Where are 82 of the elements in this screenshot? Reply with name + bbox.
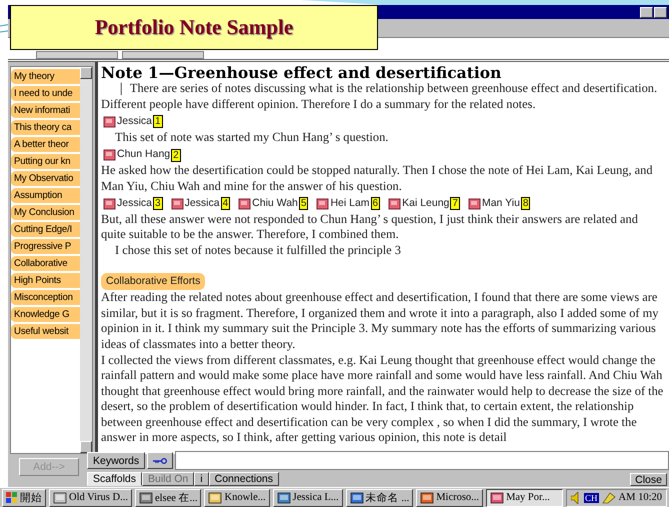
note-paragraph: I chose this set of notes because it fulfilled the principle 3 <box>114 242 402 259</box>
taskbar-button[interactable]: 未命名 ... <box>346 488 414 506</box>
scaffold-item[interactable]: My Conclusion <box>11 205 80 221</box>
key-button[interactable] <box>147 452 174 469</box>
scaffold-item[interactable]: A better theor <box>11 137 80 153</box>
taskbar-button[interactable]: Jessica L... <box>272 488 343 506</box>
number-badge: 6 <box>370 197 380 210</box>
scaffold-tag: Collaborative Efforts <box>101 272 206 290</box>
tab[interactable]: Connections <box>208 472 279 486</box>
folder-icon <box>208 490 222 504</box>
scaffold-item[interactable]: Useful websit <box>11 324 80 340</box>
note-link[interactable]: Kai Leung <box>402 196 450 212</box>
scaffold-item[interactable]: Misconception <box>11 290 80 306</box>
note-link[interactable]: Chun Hang <box>117 147 170 163</box>
note-link[interactable]: Jessica <box>184 196 220 212</box>
number-badge: 5 <box>298 197 308 210</box>
note-paragraph: ｜ There are series of notes discussing what is the relationship between greenhouse effect and desertification. Different people have different opinion. Therefore I do a summary for the related notes. <box>101 81 658 112</box>
clock: AM 10:20 <box>618 492 662 503</box>
note-title: Note 1—Greenhouse effect and desertification <box>101 64 502 81</box>
close-button[interactable]: Close <box>630 472 667 486</box>
note-icon <box>468 198 481 210</box>
scaffold-item[interactable]: High Points <box>11 273 80 289</box>
scroll-up-button[interactable] <box>80 67 92 79</box>
slide-title: Portfolio Note Sample <box>10 5 378 50</box>
note-icon <box>103 116 116 128</box>
scaffold-item[interactable]: New informati <box>11 103 80 119</box>
number-badge: 8 <box>520 197 530 210</box>
note-icon <box>238 198 252 210</box>
note-link[interactable]: Hei Lam <box>330 196 370 212</box>
taskbar-button[interactable]: elsee 在... <box>134 488 202 506</box>
input-method-indicator[interactable]: CH <box>584 492 599 502</box>
number-badge: 3 <box>153 197 163 210</box>
note-link[interactable]: Chiu Wah <box>252 196 298 212</box>
scaffold-item[interactable]: Collaborative <box>11 256 80 272</box>
taskbar-button[interactable]: Microso... <box>416 488 484 506</box>
tab[interactable]: i <box>194 472 209 486</box>
speaker-icon <box>571 492 582 504</box>
number-badge: 2 <box>171 148 181 162</box>
note-icon <box>103 149 116 162</box>
note-icon <box>170 198 184 210</box>
number-badge: 7 <box>450 197 460 210</box>
scaffold-item[interactable]: My theory <box>11 69 80 85</box>
computer-icon <box>138 490 153 504</box>
note-icon <box>103 198 116 210</box>
taskbar-button[interactable]: Knowle... <box>204 488 270 506</box>
scaffold-item[interactable]: Assumption <box>11 188 80 204</box>
key-icon <box>153 458 168 464</box>
tab[interactable] <box>36 51 118 59</box>
scaffold-item[interactable]: Progressive P <box>11 239 80 255</box>
number-badge: 1 <box>153 115 163 128</box>
scaffold-item[interactable]: Putting our kn <box>11 154 80 170</box>
start-button[interactable]: 開始 <box>2 488 46 506</box>
note-icon <box>316 198 330 210</box>
windows-logo-icon <box>6 492 18 504</box>
note-link[interactable]: Jessica <box>117 114 152 130</box>
note-icon <box>490 490 504 504</box>
note-paragraph: I collected the views from different classmates, e.g. Kai Leung thought that greenhouse effect would change the rainfall pattern and would make some place have more rainfall and some would have less rainfall. And Chiu Wah thought that greenhouse effect would bring more rainfall, and the rainwater would help to decrease the size of the desert, so the problem of desertification would hinder. In fact, I think that, to certain extent, the relationship between greenhouse effect and desertification can be very complex , so when I did the summary, I wrote the answer in more aspects, so I think, after getting various opinion, this note is detail <box>101 352 664 446</box>
scaffold-item[interactable]: This theory ca <box>11 120 80 136</box>
keyword-field[interactable] <box>175 451 669 470</box>
taskbar-button[interactable]: May Por... <box>486 488 564 506</box>
tab[interactable]: Scaffolds <box>87 472 142 486</box>
scaffold-item[interactable]: My Observatio <box>11 171 80 187</box>
keywords-button[interactable]: Keywords <box>87 452 146 469</box>
taskbar-button[interactable]: Old Virus D... <box>49 488 132 506</box>
window-icon <box>276 490 291 504</box>
note-paragraph: This set of note was started my Chun Hang’ s question. <box>114 130 390 146</box>
scaffold-item[interactable]: Knowledge G <box>11 307 80 323</box>
scaffold-item[interactable]: I need to unde <box>11 86 80 102</box>
number-badge: 4 <box>220 197 230 210</box>
note-link[interactable]: Jessica <box>117 196 152 212</box>
scroll-down-button[interactable] <box>80 441 92 453</box>
note-paragraph: He asked how the desertification could be stopped naturally. Then I chose the note of Hei Lam, Kai Leung, and Man Yiu, Chiu Wah and mine for the answer of his question. <box>101 162 654 194</box>
restore-button[interactable] <box>654 6 667 18</box>
scaffold-item[interactable]: Cutting Edge/I <box>11 222 80 238</box>
slide-icon <box>420 490 434 504</box>
note-paragraph: But, all these answer were not responded to Chun Hang’ s question, I just think their answers are related and quite suitable to be the answer. Therefore, I combined them. <box>101 212 639 243</box>
note-link[interactable]: Man Yiu <box>482 196 520 212</box>
tab[interactable] <box>122 51 204 59</box>
note-icon <box>388 198 402 210</box>
minimize-button[interactable] <box>640 6 653 18</box>
window-icon <box>53 490 67 504</box>
note-paragraph: After reading the related notes about greenhouse effect and desertification, I found that there are some views are similar, but it is so fragment. Therefore, I organized them and wrote it into a paragraph, also I added some of my opinion in it. I think my summary suit the Principle 3. My summary note has the efforts of summarizing various ideas of classmates into a better theory. <box>101 290 660 352</box>
